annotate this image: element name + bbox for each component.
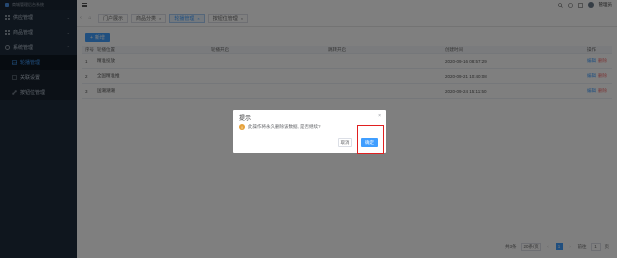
dialog-message: 此操作将永久删除该数据, 是否继续? (248, 124, 321, 129)
dialog-body: ! 此操作将永久删除该数据, 是否继续? (239, 124, 321, 130)
dialog-title: 提示 (239, 116, 252, 122)
warning-icon: ! (239, 124, 245, 130)
highlight-box (357, 125, 384, 154)
close-icon[interactable]: × (378, 113, 381, 119)
cancel-button[interactable]: 取消 (338, 138, 352, 147)
